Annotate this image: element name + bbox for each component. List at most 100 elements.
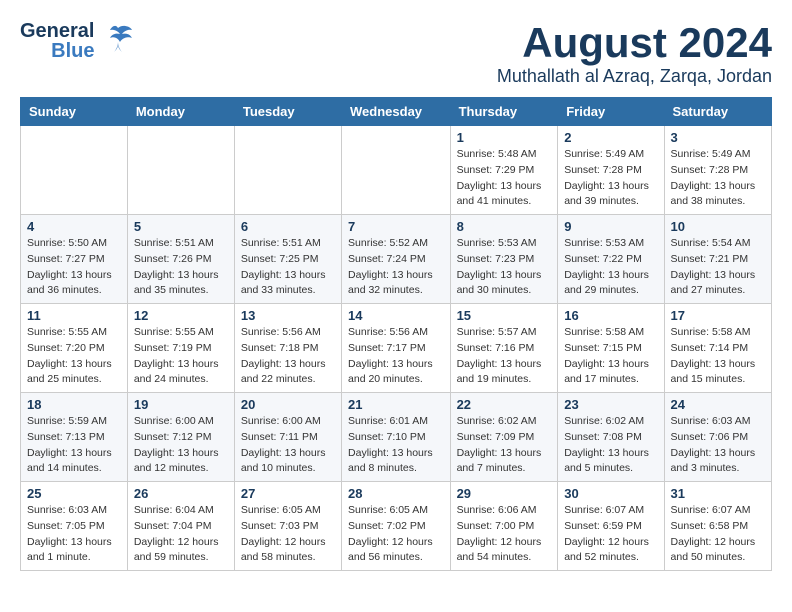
weekday-header-wednesday: Wednesday [342,98,451,126]
logo-general: General [20,21,94,41]
calendar-cell [234,126,341,215]
calendar-cell [342,126,451,215]
calendar-cell: 11 Sunrise: 5:55 AMSunset: 7:20 PMDayligh… [21,304,128,393]
week-row-2: 4Sunrise: 5:50 AMSunset: 7:27 PMDaylight… [21,215,772,304]
calendar-cell: 26 Sunrise: 6:04 AMSunset: 7:04 PMDayligh… [127,482,234,571]
day-info: Sunrise: 6:02 AMSunset: 7:09 PMDaylight:… [457,414,552,477]
calendar-cell [21,126,128,215]
location-title: Muthallath al Azraq, Zarqa, Jordan [497,66,772,87]
day-number: 8 [457,219,552,234]
calendar-cell: 18 Sunrise: 5:59 AMSunset: 7:13 PMDayligh… [21,393,128,482]
calendar-cell: 21 Sunrise: 6:01 AMSunset: 7:10 PMDayligh… [342,393,451,482]
page-header: General Blue August 2024 Muthallath al A… [20,20,772,87]
day-info: Sunrise: 5:53 AMSunset: 7:23 PMDaylight:… [457,236,552,299]
day-number: 20 [241,397,335,412]
day-number: 16 [564,308,657,323]
calendar-cell: 24 Sunrise: 6:03 AMSunset: 7:06 PMDayligh… [664,393,771,482]
day-info: Sunrise: 6:01 AMSunset: 7:10 PMDaylight:… [348,414,444,477]
month-title: August 2024 [497,20,772,66]
day-number: 30 [564,486,657,501]
calendar-cell: 9Sunrise: 5:53 AMSunset: 7:22 PMDaylight… [558,215,664,304]
calendar-cell: 19 Sunrise: 6:00 AMSunset: 7:12 PMDayligh… [127,393,234,482]
day-info: Sunrise: 5:55 AMSunset: 7:19 PMDaylight:… [134,325,228,388]
day-number: 1 [457,130,552,145]
day-number: 5 [134,219,228,234]
day-number: 31 [671,486,765,501]
weekday-header-sunday: Sunday [21,98,128,126]
day-info: Sunrise: 5:59 AMSunset: 7:13 PMDaylight:… [27,414,121,477]
day-number: 26 [134,486,228,501]
calendar-cell: 23 Sunrise: 6:02 AMSunset: 7:08 PMDayligh… [558,393,664,482]
calendar-cell: 1 Sunrise: 5:48 AMSunset: 7:29 PMDaylight… [450,126,558,215]
week-row-4: 18 Sunrise: 5:59 AMSunset: 7:13 PMDayligh… [21,393,772,482]
calendar-cell: 13Sunrise: 5:56 AMSunset: 7:18 PMDayligh… [234,304,341,393]
day-info: Sunrise: 6:00 AMSunset: 7:11 PMDaylight:… [241,414,335,477]
day-number: 28 [348,486,444,501]
calendar-table: SundayMondayTuesdayWednesdayThursdayFrid… [20,97,772,571]
calendar-cell: 22 Sunrise: 6:02 AMSunset: 7:09 PMDayligh… [450,393,558,482]
day-number: 11 [27,308,121,323]
day-number: 21 [348,397,444,412]
logo-bird-icon [100,20,136,61]
calendar-cell: 4Sunrise: 5:50 AMSunset: 7:27 PMDaylight… [21,215,128,304]
day-number: 27 [241,486,335,501]
day-info: Sunrise: 5:49 AMSunset: 7:28 PMDaylight:… [564,147,657,210]
calendar-cell: 31 Sunrise: 6:07 AMSunset: 6:58 PMDayligh… [664,482,771,571]
calendar-cell: 8 Sunrise: 5:53 AMSunset: 7:23 PMDaylight… [450,215,558,304]
day-number: 29 [457,486,552,501]
day-info: Sunrise: 6:05 AMSunset: 7:03 PMDaylight:… [241,503,335,566]
day-number: 23 [564,397,657,412]
day-info: Sunrise: 5:48 AMSunset: 7:29 PMDaylight:… [457,147,552,210]
weekday-header-monday: Monday [127,98,234,126]
day-info: Sunrise: 5:49 AMSunset: 7:28 PMDaylight:… [671,147,765,210]
calendar-cell: 12 Sunrise: 5:55 AMSunset: 7:19 PMDayligh… [127,304,234,393]
day-number: 13 [241,308,335,323]
day-info: Sunrise: 6:02 AMSunset: 7:08 PMDaylight:… [564,414,657,477]
day-info: Sunrise: 6:05 AMSunset: 7:02 PMDaylight:… [348,503,444,566]
logo-blue: Blue [51,41,94,61]
day-number: 15 [457,308,552,323]
day-number: 22 [457,397,552,412]
day-info: Sunrise: 6:03 AMSunset: 7:06 PMDaylight:… [671,414,765,477]
day-number: 10 [671,219,765,234]
day-info: Sunrise: 6:07 AMSunset: 6:59 PMDaylight:… [564,503,657,566]
day-number: 18 [27,397,121,412]
weekday-header-tuesday: Tuesday [234,98,341,126]
weekday-header-saturday: Saturday [664,98,771,126]
calendar-cell: 15 Sunrise: 5:57 AMSunset: 7:16 PMDayligh… [450,304,558,393]
day-info: Sunrise: 5:58 AMSunset: 7:15 PMDaylight:… [564,325,657,388]
calendar-cell: 27 Sunrise: 6:05 AMSunset: 7:03 PMDayligh… [234,482,341,571]
day-info: Sunrise: 6:07 AMSunset: 6:58 PMDaylight:… [671,503,765,566]
calendar-cell: 17Sunrise: 5:58 AMSunset: 7:14 PMDayligh… [664,304,771,393]
day-number: 12 [134,308,228,323]
day-number: 19 [134,397,228,412]
calendar-cell: 5 Sunrise: 5:51 AMSunset: 7:26 PMDaylight… [127,215,234,304]
day-number: 6 [241,219,335,234]
day-number: 2 [564,130,657,145]
day-info: Sunrise: 5:57 AMSunset: 7:16 PMDaylight:… [457,325,552,388]
calendar-cell: 3 Sunrise: 5:49 AMSunset: 7:28 PMDaylight… [664,126,771,215]
day-info: Sunrise: 5:55 AMSunset: 7:20 PMDaylight:… [27,325,121,388]
calendar-cell: 2 Sunrise: 5:49 AMSunset: 7:28 PMDaylight… [558,126,664,215]
day-info: Sunrise: 5:54 AMSunset: 7:21 PMDaylight:… [671,236,765,299]
calendar-cell: 10 Sunrise: 5:54 AMSunset: 7:21 PMDayligh… [664,215,771,304]
calendar-cell: 30 Sunrise: 6:07 AMSunset: 6:59 PMDayligh… [558,482,664,571]
title-block: August 2024 Muthallath al Azraq, Zarqa, … [497,20,772,87]
weekday-header-friday: Friday [558,98,664,126]
logo: General Blue [20,20,136,61]
calendar-cell: 28 Sunrise: 6:05 AMSunset: 7:02 PMDayligh… [342,482,451,571]
calendar-cell: 7Sunrise: 5:52 AMSunset: 7:24 PMDaylight… [342,215,451,304]
day-info: Sunrise: 5:51 AMSunset: 7:25 PMDaylight:… [241,236,335,299]
day-number: 25 [27,486,121,501]
day-info: Sunrise: 6:06 AMSunset: 7:00 PMDaylight:… [457,503,552,566]
week-row-1: 1 Sunrise: 5:48 AMSunset: 7:29 PMDaylight… [21,126,772,215]
day-info: Sunrise: 5:50 AMSunset: 7:27 PMDaylight:… [27,236,121,299]
calendar-cell: 25Sunrise: 6:03 AMSunset: 7:05 PMDayligh… [21,482,128,571]
day-info: Sunrise: 5:56 AMSunset: 7:17 PMDaylight:… [348,325,444,388]
day-number: 3 [671,130,765,145]
day-info: Sunrise: 6:04 AMSunset: 7:04 PMDaylight:… [134,503,228,566]
day-number: 24 [671,397,765,412]
day-info: Sunrise: 5:51 AMSunset: 7:26 PMDaylight:… [134,236,228,299]
day-number: 7 [348,219,444,234]
day-info: Sunrise: 6:00 AMSunset: 7:12 PMDaylight:… [134,414,228,477]
